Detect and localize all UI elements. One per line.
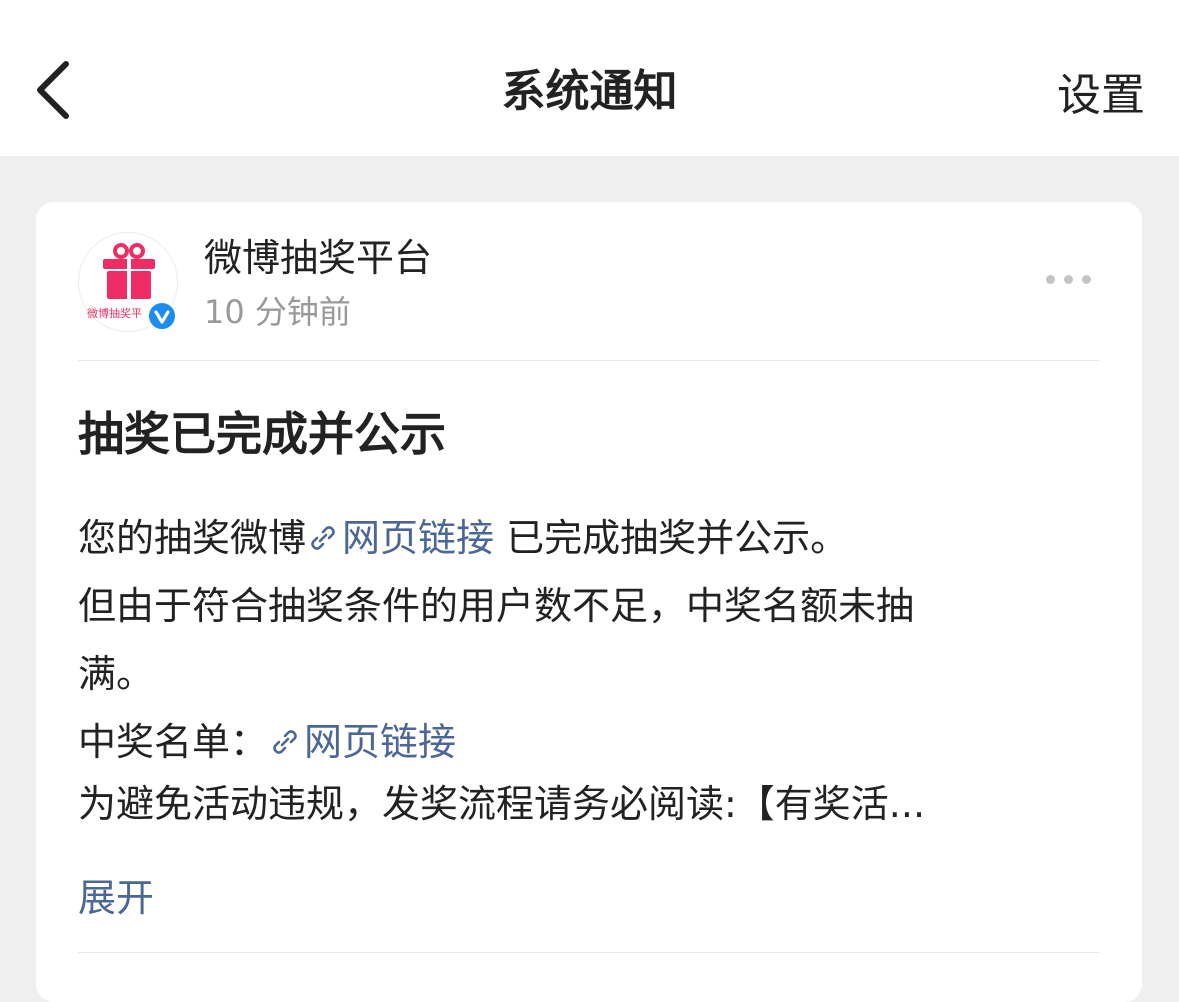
body-line: 中奖名单： 网页链接	[78, 720, 457, 764]
notice-body: 您的抽奖微博 网页链接 已完成抽奖并公示。 但由于符合抽奖条件的用户数不足，中奖名…	[78, 504, 1098, 832]
sender-name[interactable]: 微博抽奖平台	[204, 232, 432, 284]
navigation-bar: 系统通知 设置	[0, 0, 1179, 156]
expand-button[interactable]: 展开	[78, 870, 154, 926]
notice-title: 抽奖已完成并公示	[78, 407, 446, 461]
link-icon	[273, 730, 297, 754]
more-dots-icon	[1046, 275, 1055, 284]
body-line: 满。	[78, 652, 155, 696]
message-timestamp: 10 分钟前	[204, 293, 351, 331]
verified-badge-icon	[146, 300, 178, 332]
settings-button[interactable]: 设置	[1057, 66, 1145, 126]
gift-icon	[103, 243, 155, 299]
divider	[78, 952, 1100, 953]
link-icon	[311, 526, 335, 550]
body-line: 为避免活动违规，发奖流程请务必阅读:【有奖活...	[78, 782, 926, 826]
weibo-link[interactable]: 网页链接	[306, 516, 494, 560]
notification-card: 微博抽奖平 微博抽奖平台 10 分钟前 抽奖已完成并公示 您的抽奖微博 网页链接 …	[36, 202, 1142, 1002]
more-options-button[interactable]	[1046, 268, 1102, 292]
divider	[78, 360, 1100, 361]
page-title: 系统通知	[501, 66, 678, 117]
body-line: 但由于符合抽奖条件的用户数不足，中奖名额未抽	[78, 584, 915, 628]
body-line: 您的抽奖微博 网页链接 已完成抽奖并公示。	[78, 516, 849, 560]
winner-list-link[interactable]: 网页链接	[268, 720, 456, 764]
